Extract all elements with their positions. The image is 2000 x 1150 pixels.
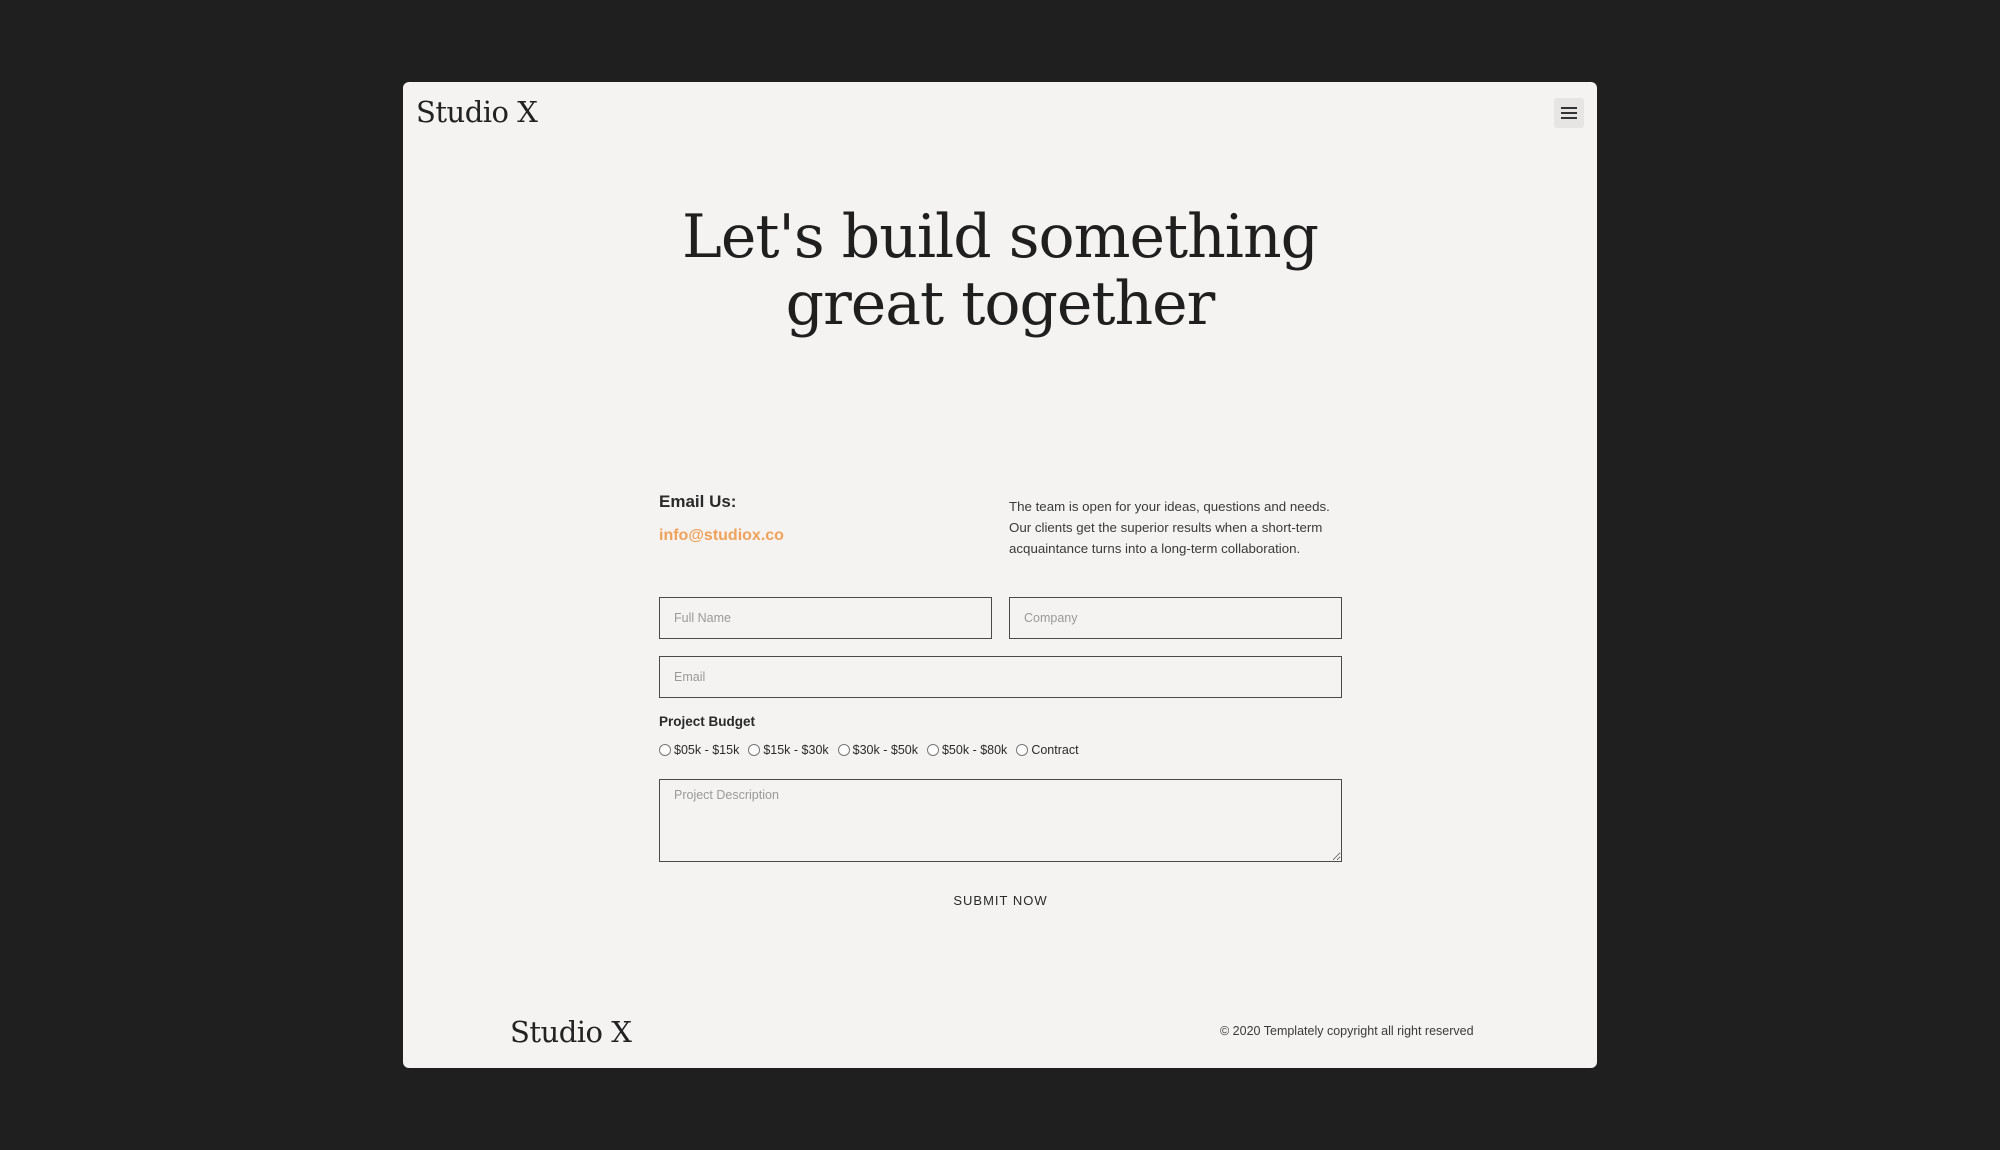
project-budget-label: Project Budget: [659, 714, 756, 729]
menu-button[interactable]: [1554, 98, 1584, 128]
intro-text: The team is open for your ideas, questio…: [1009, 499, 1330, 556]
budget-radio-30-50[interactable]: [837, 744, 850, 756]
email-input[interactable]: [659, 656, 1342, 698]
budget-options: $05k - $15k $15k - $30k $30k - $50k $50k…: [659, 743, 1088, 757]
submit-button[interactable]: SUBMIT NOW: [909, 888, 1092, 912]
budget-option-label: $05k - $15k: [674, 743, 740, 757]
email-link[interactable]: info@studiox.co: [659, 527, 784, 545]
full-name-input[interactable]: [659, 597, 992, 639]
budget-radio-15-30[interactable]: [748, 744, 761, 756]
project-description-input[interactable]: [659, 779, 1342, 862]
footer-brand-logo[interactable]: Studio X: [510, 1012, 632, 1052]
page-card: Studio X Let's build something great tog…: [403, 82, 1597, 1068]
budget-option-5-15[interactable]: $05k - $15k: [659, 743, 739, 757]
brand-logo[interactable]: Studio X: [416, 92, 538, 132]
budget-option-30-50[interactable]: $30k - $50k: [837, 743, 918, 757]
budget-option-label: $50k - $80k: [941, 743, 1008, 757]
company-input[interactable]: [1009, 597, 1342, 639]
email-label: Email Us:: [659, 492, 737, 511]
page-headline: Let's build something great together: [403, 204, 1597, 338]
budget-option-label: $30k - $50k: [852, 743, 918, 757]
budget-option-label: Contract: [1031, 743, 1079, 757]
copyright-text: © 2020 Templately copyright all right re…: [1220, 1024, 1474, 1038]
budget-option-15-30[interactable]: $15k - $30k: [748, 743, 829, 757]
headline-line-2: great together: [785, 269, 1216, 339]
headline-line-1: Let's build something: [681, 202, 1319, 272]
hamburger-menu-icon: [1561, 107, 1577, 119]
budget-radio-contract[interactable]: [1016, 744, 1029, 756]
budget-option-50-80[interactable]: $50k - $80k: [926, 743, 1008, 757]
budget-radio-5-15[interactable]: [659, 744, 671, 756]
budget-option-label: $15k - $30k: [763, 743, 829, 757]
budget-radio-50-80[interactable]: [926, 744, 939, 756]
budget-option-contract[interactable]: Contract: [1016, 743, 1079, 757]
